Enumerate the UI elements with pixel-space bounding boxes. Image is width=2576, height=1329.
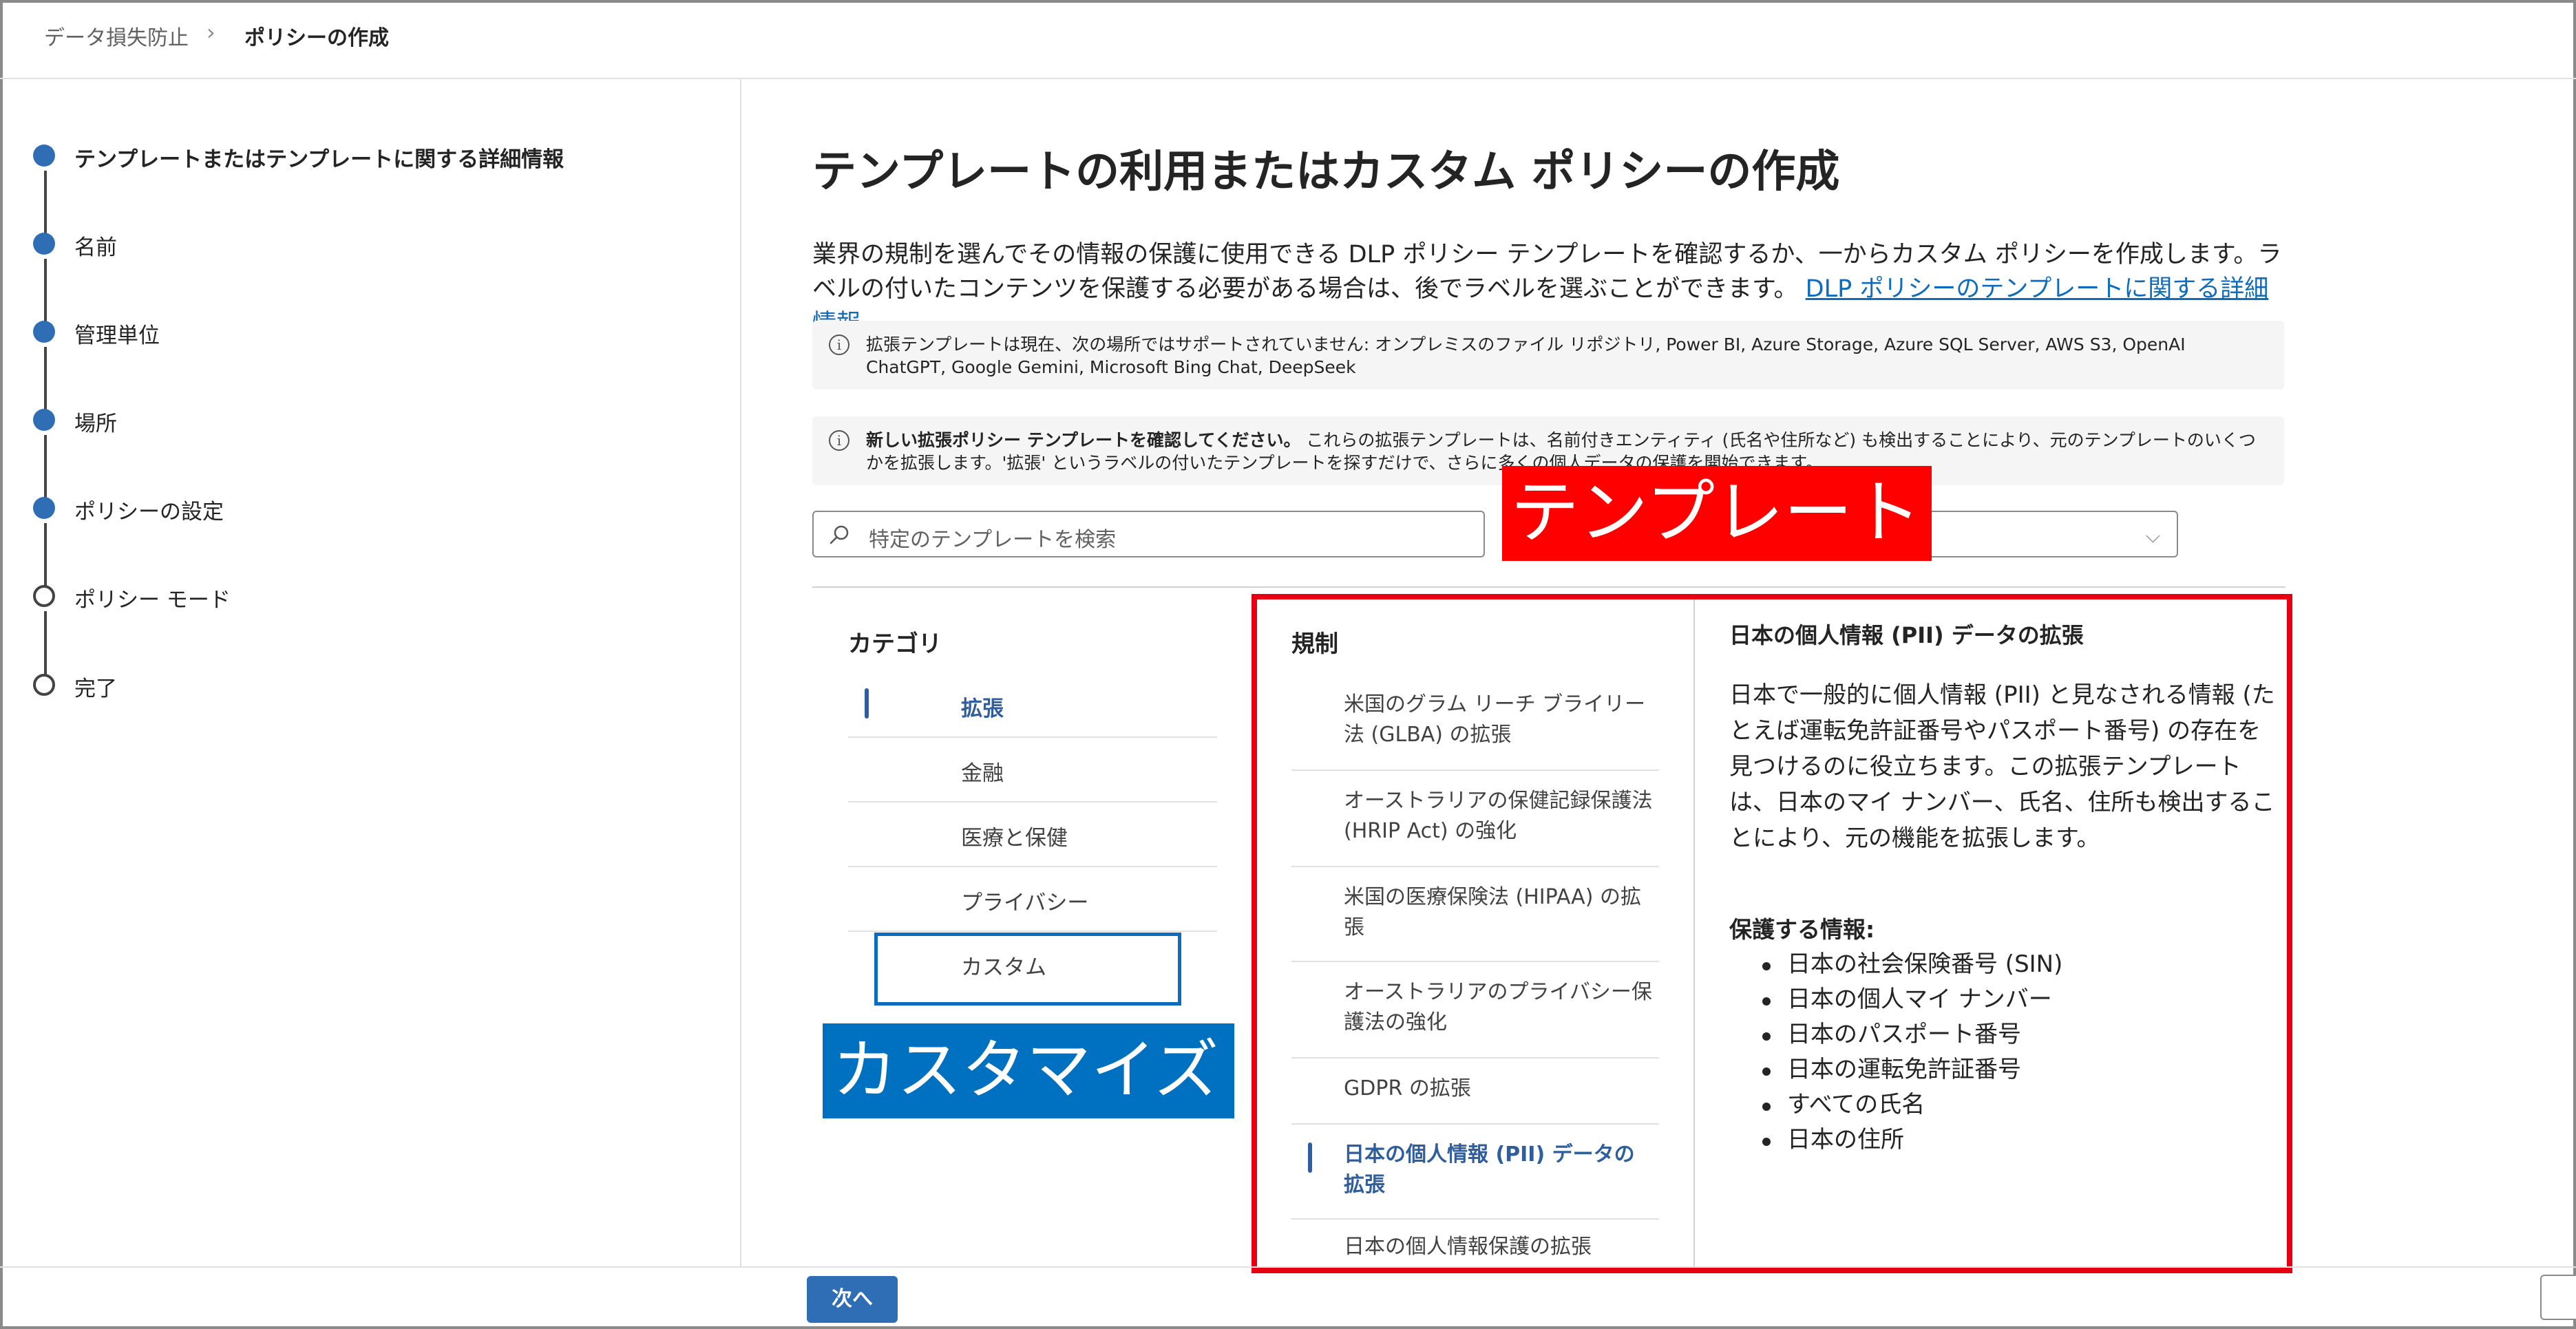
info-banner-bold-text: 新しい拡張ポリシー テンプレートを確認してください。	[866, 430, 1301, 450]
regulation-item[interactable]: オーストラリアのプライバシー保護法の強化	[1291, 962, 1659, 1059]
custom-highlight-box	[874, 933, 1181, 1006]
step-connector	[44, 611, 47, 674]
list-item: 日本の住所	[1753, 1123, 2280, 1158]
step-label: 完了	[74, 677, 117, 701]
template-detail-panel: 日本の個人情報 (PII) データの拡張 日本で一般的に個人情報 (PII) と…	[1729, 618, 2280, 1158]
regulation-heading: 規制	[1291, 630, 1338, 658]
step-label: 管理単位	[74, 323, 160, 348]
step-label: テンプレートまたはテンプレートに関する詳細情報	[74, 147, 564, 172]
info-banner-text: 拡張テンプレートは現在、次の場所ではサポートされていません: オンプレミスのファ…	[866, 334, 2186, 377]
breadcrumb-separator-icon: ›	[207, 19, 215, 45]
step-label: 名前	[74, 235, 117, 260]
step-filled-dot-icon	[33, 409, 55, 431]
regulation-label: 日本の個人情報 (PII) データの拡張	[1344, 1142, 1635, 1197]
list-item: 日本のパスポート番号	[1753, 1017, 2280, 1052]
divider	[812, 586, 2285, 588]
regulation-item[interactable]: オーストラリアの保健記録保護法 (HRIP Act) の強化	[1291, 771, 1659, 867]
breadcrumb-parent[interactable]: データ損失防止	[44, 21, 189, 51]
step-filled-dot-icon	[33, 321, 55, 343]
selection-indicator	[865, 688, 869, 719]
category-item-health[interactable]: 医療と保健	[848, 802, 1217, 867]
regulation-label: オーストラリアの保健記録保護法 (HRIP Act) の強化	[1344, 789, 1653, 843]
divider	[1693, 599, 1695, 1268]
list-item: すべての氏名	[1753, 1087, 2280, 1123]
regulation-item[interactable]: 米国の医療保険法 (HIPAA) の拡張	[1291, 867, 1659, 962]
breadcrumb-current: ポリシーの作成	[244, 26, 389, 50]
chevron-down-icon: ⌵	[2145, 524, 2160, 547]
corner-button[interactable]	[2540, 1275, 2576, 1320]
category-item-privacy[interactable]: プライバシー	[848, 867, 1217, 932]
step-connector	[44, 523, 47, 586]
step-filled-dot-icon	[33, 233, 55, 255]
category-item-enhanced[interactable]: 拡張	[848, 673, 1217, 738]
regulation-label: 米国のグラム リーチ ブライリー法 (GLBA) の拡張	[1344, 692, 1646, 747]
footer-bar	[0, 1266, 2576, 1329]
step-connector	[44, 171, 47, 234]
detail-description: 日本で一般的に個人情報 (PII) と見なされる情報 (たとえば運転免許証番号や…	[1729, 681, 2275, 852]
list-item: 日本の社会保険番号 (SIN)	[1753, 947, 2280, 982]
info-icon: i	[829, 334, 849, 355]
step-empty-dot-icon	[33, 674, 55, 696]
info-icon: i	[829, 430, 849, 451]
step-filled-dot-icon	[33, 497, 55, 519]
regulation-label: オーストラリアのプライバシー保護法の強化	[1344, 980, 1652, 1034]
category-label: プライバシー	[961, 891, 1089, 915]
regulation-label: 日本の個人情報保護の拡張	[1344, 1235, 1592, 1259]
info-banner-unsupported: i 拡張テンプレートは現在、次の場所ではサポートされていません: オンプレミスの…	[812, 321, 2284, 390]
annotation-template-label: テンプレート	[1502, 466, 1932, 561]
regulation-item[interactable]: GDPR の拡張	[1291, 1059, 1659, 1125]
annotation-customize-label: カスタマイズ	[823, 1023, 1234, 1118]
step-empty-dot-icon	[33, 585, 55, 607]
page-title: テンプレートの利用またはカスタム ポリシーの作成	[812, 147, 1840, 198]
search-icon	[830, 525, 849, 544]
selection-indicator	[1308, 1142, 1312, 1173]
category-heading: カテゴリ	[848, 630, 942, 658]
step-label: 場所	[74, 412, 117, 436]
template-search-input[interactable]: 特定のテンプレートを検索	[812, 511, 1485, 557]
category-label: 拡張	[961, 697, 1004, 721]
step-connector	[44, 435, 47, 498]
regulation-label: GDPR の拡張	[1344, 1076, 1471, 1101]
protect-list: 日本の社会保険番号 (SIN) 日本の個人マイ ナンバー 日本のパスポート番号 …	[1729, 947, 2280, 1158]
regulation-label: 米国の医療保険法 (HIPAA) の拡張	[1344, 885, 1641, 939]
detail-title: 日本の個人情報 (PII) データの拡張	[1729, 622, 2084, 648]
step-filled-dot-icon	[33, 145, 55, 167]
regulation-item[interactable]: 米国のグラム リーチ ブライリー法 (GLBA) の拡張	[1291, 674, 1659, 771]
search-placeholder: 特定のテンプレートを検索	[869, 528, 1117, 552]
category-label: 医療と保健	[961, 826, 1068, 851]
step-connector	[44, 347, 47, 410]
list-item: 日本の個人マイ ナンバー	[1753, 982, 2280, 1017]
protect-heading: 保護する情報:	[1729, 916, 1875, 943]
step-label: ポリシー モード	[74, 588, 231, 613]
step-connector	[44, 259, 47, 322]
next-button[interactable]: 次へ	[807, 1276, 898, 1323]
header-bar: データ損失防止 › ポリシーの作成	[0, 0, 2576, 79]
step-label: ポリシーの設定	[74, 500, 224, 524]
regulation-item[interactable]: 日本の個人情報保護の拡張	[1291, 1220, 1659, 1264]
category-label: 金融	[961, 761, 1004, 786]
list-item: 日本の運転免許証番号	[1753, 1052, 2280, 1087]
category-item-finance[interactable]: 金融	[848, 738, 1217, 802]
regulation-item-selected[interactable]: 日本の個人情報 (PII) データの拡張	[1291, 1125, 1659, 1220]
